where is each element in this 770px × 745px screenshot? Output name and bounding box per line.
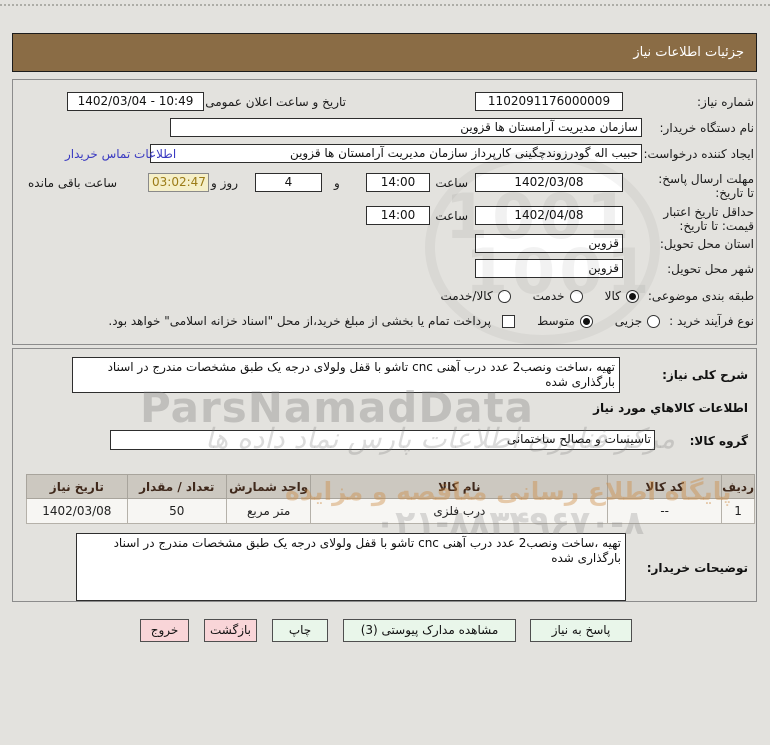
- radio-icon[interactable]: [647, 314, 661, 328]
- purchase-process-label: نوع فرآیند خرید :: [669, 314, 754, 328]
- view-attachments-button[interactable]: مشاهده مدارک پیوستی (3): [343, 619, 516, 642]
- items-table-header-row: ردیف کد کالا نام کالا واحد شمارش تعداد /…: [26, 474, 755, 499]
- buyer-notes-field[interactable]: تهیه ،ساخت ونصب2 عدد درب آهنی cnc تاشو ب…: [76, 533, 626, 601]
- exit-button[interactable]: خروج: [140, 619, 189, 642]
- deadline-hour-label: ساعت: [435, 176, 468, 190]
- request-creator-label: ایجاد کننده درخواست:: [643, 147, 754, 161]
- buyer-notes-label: توضیحات خریدار:: [646, 561, 748, 575]
- classification-row: طبقه بندی موضوعی: کالا خدمت کالا/خدمت: [427, 289, 754, 303]
- checkbox-icon[interactable]: [502, 314, 516, 328]
- col-item-code: کد کالا: [607, 474, 723, 499]
- announce-datetime-label: تاریخ و ساعت اعلان عمومی:: [201, 95, 346, 109]
- price-validity-date-field[interactable]: 1402/04/08: [475, 206, 623, 225]
- price-validity-label: حداقل تاریخ اعتبار قیمت: تا تاریخ:: [663, 205, 754, 233]
- delivery-province-field[interactable]: قزوین: [475, 234, 623, 253]
- top-dotted-divider: [0, 4, 770, 6]
- required-goods-heading: اطلاعات کالاهاي مورد نیاز: [593, 401, 748, 415]
- delivery-city-label: شهر محل تحویل:: [667, 262, 754, 276]
- radio-selected-icon[interactable]: [625, 289, 639, 303]
- print-button[interactable]: چاپ: [272, 619, 328, 642]
- process-option-medium[interactable]: متوسط: [537, 314, 593, 328]
- page-title: جزئیات اطلاعات نیاز: [12, 33, 757, 72]
- radio-icon[interactable]: [569, 289, 583, 303]
- response-deadline-date-field[interactable]: 1402/03/08: [475, 173, 623, 192]
- classification-option-service-label: خدمت: [532, 289, 565, 303]
- goods-group-label: گروه کالا:: [689, 434, 748, 448]
- col-need-date: تاریخ نیاز: [26, 474, 128, 499]
- back-button[interactable]: بازگشت: [204, 619, 257, 642]
- buyer-org-field[interactable]: سازمان مدیریت آرامستان ها قزوین: [170, 118, 642, 137]
- validity-hour-label: ساعت: [435, 209, 468, 223]
- table-row[interactable]: 1 -- درب فلزی متر مربع 50 1402/03/08: [26, 498, 755, 524]
- radio-icon[interactable]: [497, 289, 511, 303]
- need-number-label: شماره نیاز:: [697, 95, 754, 109]
- process-option-minor-label: جزیی: [614, 314, 643, 328]
- cell-row-number: 1: [721, 498, 755, 524]
- deadline-and-label: و: [334, 176, 340, 190]
- need-number-field[interactable]: 1102091176000009: [475, 92, 623, 111]
- deadline-days-field[interactable]: 4: [255, 173, 322, 192]
- general-description-field[interactable]: تهیه ،ساخت ونصب2 عدد درب آهنی cnc تاشو ب…: [72, 357, 620, 393]
- col-row-number: ردیف: [721, 474, 755, 499]
- classification-option-service[interactable]: خدمت: [533, 289, 583, 303]
- response-deadline-label: مهلت ارسال پاسخ: تا تاریخ:: [658, 172, 754, 200]
- cell-quantity: 50: [126, 498, 227, 524]
- treasury-docs-option[interactable]: پرداخت تمام یا بخشی از مبلغ خرید،از محل …: [108, 314, 516, 328]
- items-table: ردیف کد کالا نام کالا واحد شمارش تعداد /…: [26, 474, 755, 524]
- classification-option-goods-label: کالا: [604, 289, 621, 303]
- purchase-process-row: نوع فرآیند خرید : جزیی متوسط پرداخت تمام…: [108, 314, 754, 328]
- radio-selected-icon[interactable]: [579, 314, 593, 328]
- validity-hour-field[interactable]: 14:00: [366, 206, 430, 225]
- classification-option-goods[interactable]: کالا: [605, 289, 639, 303]
- remaining-time-field: 03:02:47: [148, 173, 209, 192]
- classification-label: طبقه بندی موضوعی:: [647, 289, 754, 303]
- col-unit: واحد شمارش: [225, 474, 312, 499]
- cell-item-name: درب فلزی: [310, 498, 609, 524]
- process-option-minor[interactable]: جزیی: [614, 314, 661, 328]
- announce-datetime-field[interactable]: 1402/03/04 - 10:49: [67, 92, 204, 111]
- cell-unit: متر مربع: [225, 498, 312, 524]
- delivery-province-label: استان محل تحویل:: [659, 237, 754, 251]
- goods-group-field[interactable]: تاسیسات و مصالح ساختمانی: [110, 430, 655, 450]
- delivery-city-field[interactable]: قزوین: [475, 259, 623, 278]
- deadline-days-label: روز و: [211, 176, 238, 190]
- treasury-docs-label: پرداخت تمام یا بخشی از مبلغ خرید،از محل …: [108, 314, 492, 328]
- remaining-time-label: ساعت باقی مانده: [28, 176, 118, 190]
- col-item-name: نام کالا: [310, 474, 609, 499]
- classification-option-goods-service[interactable]: کالا/خدمت: [440, 289, 511, 303]
- buyer-org-label: نام دستگاه خریدار:: [659, 121, 755, 135]
- respond-to-need-button[interactable]: پاسخ به نیاز: [530, 619, 632, 642]
- classification-option-goods-service-label: کالا/خدمت: [440, 289, 493, 303]
- request-creator-field[interactable]: حبیب اله گودرزوندچگینی کارپرداز سازمان م…: [150, 144, 642, 163]
- deadline-hour-field[interactable]: 14:00: [366, 173, 430, 192]
- general-description-label: شرح کلی نیاز:: [662, 368, 748, 382]
- cell-item-code: --: [607, 498, 723, 524]
- col-quantity: تعداد / مقدار: [126, 474, 227, 499]
- cell-need-date: 1402/03/08: [26, 498, 128, 524]
- buyer-contact-link[interactable]: اطلاعات تماس خریدار: [65, 147, 176, 161]
- need-details-page: جزئیات اطلاعات نیاز شماره نیاز: 11020911…: [0, 0, 770, 745]
- process-option-medium-label: متوسط: [537, 314, 575, 328]
